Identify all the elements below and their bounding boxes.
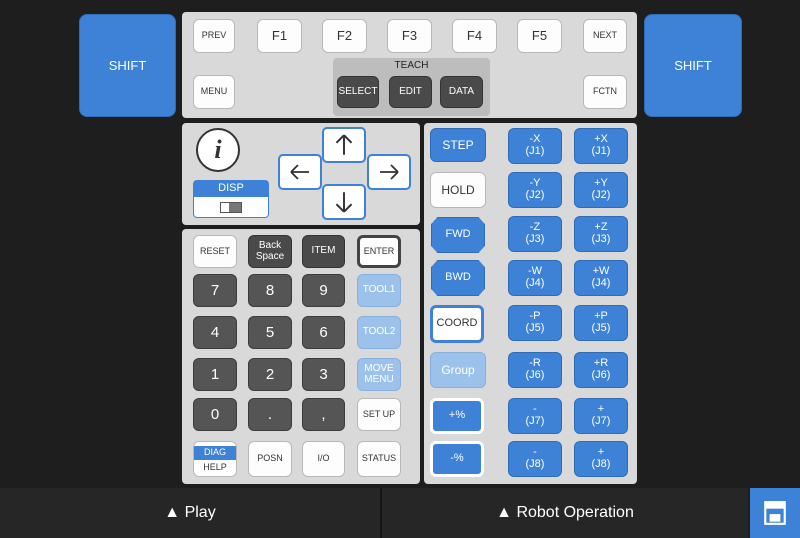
disp-button[interactable]: DISP	[193, 180, 269, 218]
disp-label: DISP	[194, 181, 268, 197]
group-button[interactable]: Group	[430, 352, 486, 388]
jog-minus-w-button[interactable]: -W (J4)	[508, 260, 562, 296]
arrow-down-icon	[335, 192, 353, 213]
bwd-button[interactable]: BWD	[431, 260, 485, 296]
key-3[interactable]: 3	[302, 358, 345, 391]
key-4[interactable]: 4	[193, 316, 237, 349]
enter-button[interactable]: ENTER	[357, 235, 401, 268]
arrow-up-button[interactable]	[322, 127, 366, 163]
jog-minus-j8-button[interactable]: - (J8)	[508, 441, 562, 477]
f3-button[interactable]: F3	[387, 19, 432, 53]
tool2-button[interactable]: TOOL2	[357, 316, 401, 349]
move-menu-button[interactable]: MOVE MENU	[357, 358, 401, 391]
jog-plus-r-button[interactable]: +R (J6)	[574, 352, 628, 388]
jog-plus-w-button[interactable]: +W (J4)	[574, 260, 628, 296]
display-split-icon	[220, 201, 242, 213]
jog-minus-p-button[interactable]: -P (J5)	[508, 305, 562, 341]
key-dot[interactable]: .	[248, 398, 292, 431]
jog-minus-x-button[interactable]: -X (J1)	[508, 128, 562, 164]
robot-operation-tab[interactable]: ▲ Robot Operation	[382, 488, 748, 538]
jog-plus-j7-button[interactable]: + (J7)	[574, 398, 628, 434]
arrow-up-icon	[335, 134, 353, 155]
help-label: HELP	[203, 461, 227, 472]
backspace-button[interactable]: Back Space	[248, 235, 292, 268]
setup-button[interactable]: SET UP	[357, 398, 401, 431]
play-tab[interactable]: ▲ Play	[0, 488, 380, 538]
key-1[interactable]: 1	[193, 358, 237, 391]
jog-minus-j7-button[interactable]: - (J7)	[508, 398, 562, 434]
jog-plus-y-button[interactable]: +Y (J2)	[574, 172, 628, 208]
info-button[interactable]: i	[196, 128, 240, 172]
jog-minus-z-button[interactable]: -Z (J3)	[508, 216, 562, 252]
f1-button[interactable]: F1	[257, 19, 302, 53]
key-comma[interactable]: ,	[302, 398, 345, 431]
arrow-down-button[interactable]	[322, 184, 366, 220]
menu-button[interactable]: MENU	[193, 75, 235, 109]
key-7[interactable]: 7	[193, 274, 237, 307]
f2-button[interactable]: F2	[322, 19, 367, 53]
jog-plus-z-button[interactable]: +Z (J3)	[574, 216, 628, 252]
jog-plus-j8-button[interactable]: + (J8)	[574, 441, 628, 477]
arrow-left-icon	[290, 164, 309, 180]
diag-label: DIAG	[194, 446, 236, 460]
key-6[interactable]: 6	[302, 316, 345, 349]
f4-button[interactable]: F4	[452, 19, 497, 53]
arrow-left-button[interactable]	[278, 154, 322, 190]
pendant-toggle-button[interactable]	[750, 488, 800, 538]
pendant-icon	[764, 501, 786, 525]
jog-plus-x-button[interactable]: +X (J1)	[574, 128, 628, 164]
key-8[interactable]: 8	[248, 274, 292, 307]
hold-button[interactable]: HOLD	[430, 172, 486, 208]
edit-button[interactable]: EDIT	[389, 76, 432, 108]
f5-button[interactable]: F5	[517, 19, 562, 53]
teach-pendant-screen: SHIFT SHIFT PREV F1 F2 F3 F4 F5 NEXT MEN…	[0, 0, 800, 538]
tool1-button[interactable]: TOOL1	[357, 274, 401, 307]
fctn-button[interactable]: FCTN	[583, 75, 627, 109]
coord-button[interactable]: COORD	[430, 305, 484, 343]
posn-button[interactable]: POSN	[248, 441, 292, 477]
teach-label: TEACH	[394, 60, 429, 71]
arrow-right-button[interactable]	[367, 154, 411, 190]
key-5[interactable]: 5	[248, 316, 292, 349]
speed-up-button[interactable]: +%	[430, 398, 484, 434]
status-button[interactable]: STATUS	[357, 441, 401, 477]
io-button[interactable]: I/O	[302, 441, 345, 477]
arrow-right-icon	[380, 164, 399, 180]
key-2[interactable]: 2	[248, 358, 292, 391]
jog-plus-p-button[interactable]: +P (J5)	[574, 305, 628, 341]
jog-minus-y-button[interactable]: -Y (J2)	[508, 172, 562, 208]
reset-button[interactable]: RESET	[193, 235, 237, 268]
jog-minus-r-button[interactable]: -R (J6)	[508, 352, 562, 388]
key-0[interactable]: 0	[193, 398, 237, 431]
diag-help-button[interactable]: DIAG HELP	[193, 441, 237, 477]
fwd-button[interactable]: FWD	[431, 217, 485, 253]
next-button[interactable]: NEXT	[583, 19, 627, 53]
data-button[interactable]: DATA	[440, 76, 483, 108]
item-button[interactable]: ITEM	[302, 235, 345, 268]
shift-left-button[interactable]: SHIFT	[79, 14, 176, 117]
prev-button[interactable]: PREV	[193, 19, 235, 53]
step-button[interactable]: STEP	[430, 128, 486, 162]
speed-down-button[interactable]: -%	[430, 441, 484, 477]
key-9[interactable]: 9	[302, 274, 345, 307]
shift-right-button[interactable]: SHIFT	[644, 14, 742, 117]
select-button[interactable]: SELECT	[337, 76, 379, 108]
